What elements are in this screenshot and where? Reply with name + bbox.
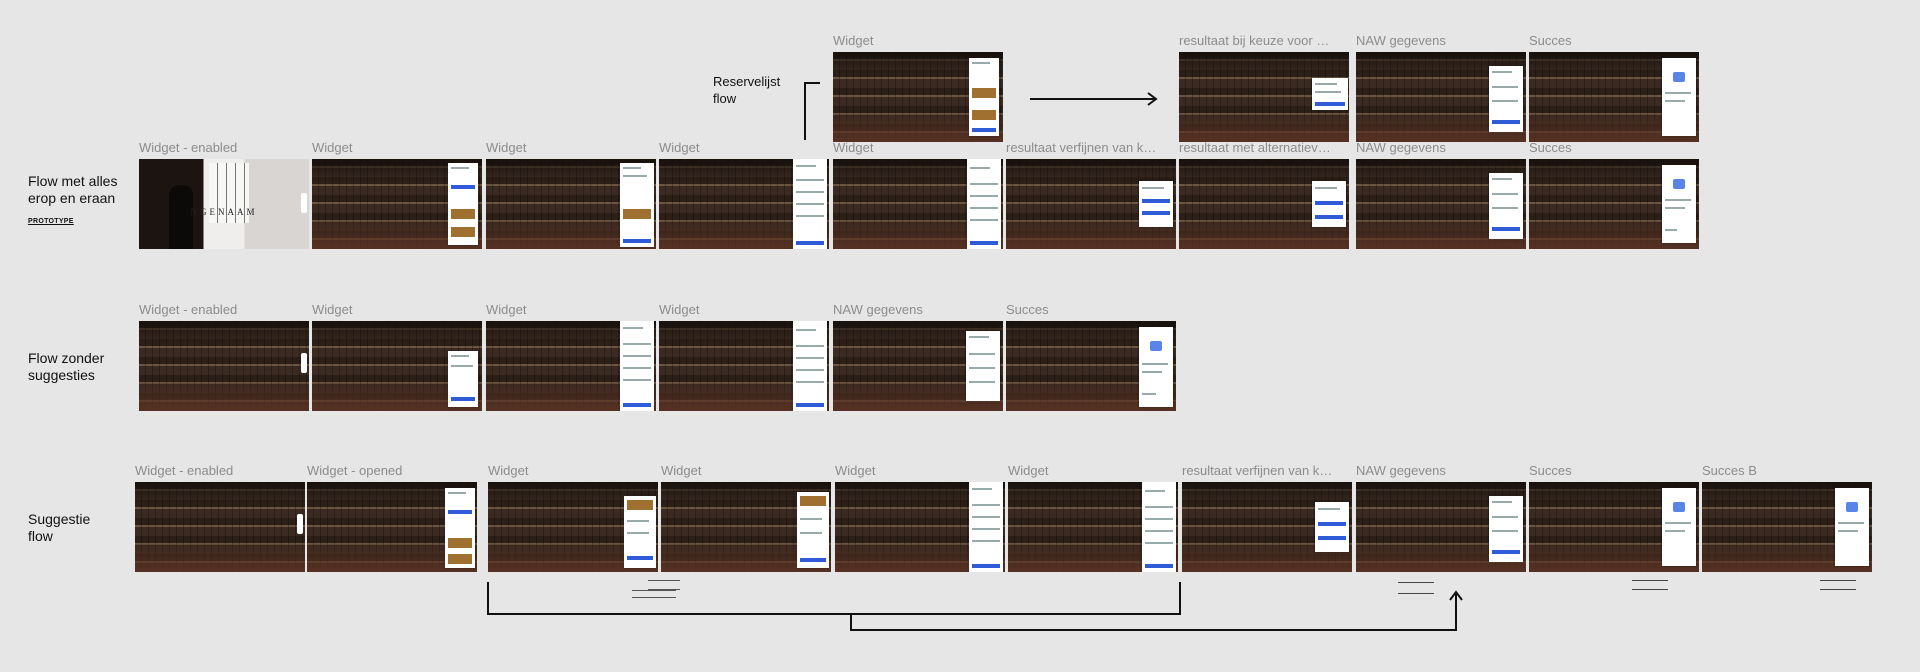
annotation-note — [1820, 580, 1856, 590]
widget-panel — [797, 492, 829, 568]
times-panel — [967, 159, 1001, 249]
form-panel — [1489, 173, 1523, 239]
widget-panel — [620, 163, 654, 247]
annotation-note — [1398, 582, 1434, 594]
success-panel — [1662, 488, 1696, 566]
form-panel — [1489, 496, 1523, 562]
calendar-panel — [793, 159, 827, 249]
times-panel — [1142, 482, 1176, 572]
annotation-note — [648, 580, 680, 590]
calendar-panel — [969, 482, 1003, 572]
calendar-check-icon — [1673, 72, 1685, 82]
calendar-check-icon — [1846, 502, 1858, 512]
flow-connector — [487, 582, 1463, 631]
result-panel — [1315, 502, 1349, 552]
result-panel — [1139, 181, 1173, 227]
times-panel — [793, 321, 827, 411]
annotation-note — [1632, 580, 1668, 590]
success-panel — [1835, 488, 1869, 566]
calendar-check-icon — [1673, 179, 1685, 189]
form-panel — [966, 331, 1000, 401]
widget-panel — [624, 496, 656, 568]
widget-panel — [448, 351, 478, 407]
widget-panel — [969, 58, 999, 136]
result-panel — [1312, 78, 1348, 110]
calendar-check-icon — [1150, 341, 1162, 351]
calendar-check-icon — [1673, 502, 1685, 512]
result-panel — [1312, 181, 1346, 227]
widget-panel — [448, 163, 478, 245]
form-panel — [1489, 66, 1523, 132]
success-panel — [1662, 165, 1696, 243]
annotation-note — [632, 590, 676, 598]
success-panel — [1662, 58, 1696, 136]
widget-panel — [445, 488, 475, 568]
success-panel — [1139, 327, 1173, 407]
calendar-panel — [620, 321, 654, 411]
